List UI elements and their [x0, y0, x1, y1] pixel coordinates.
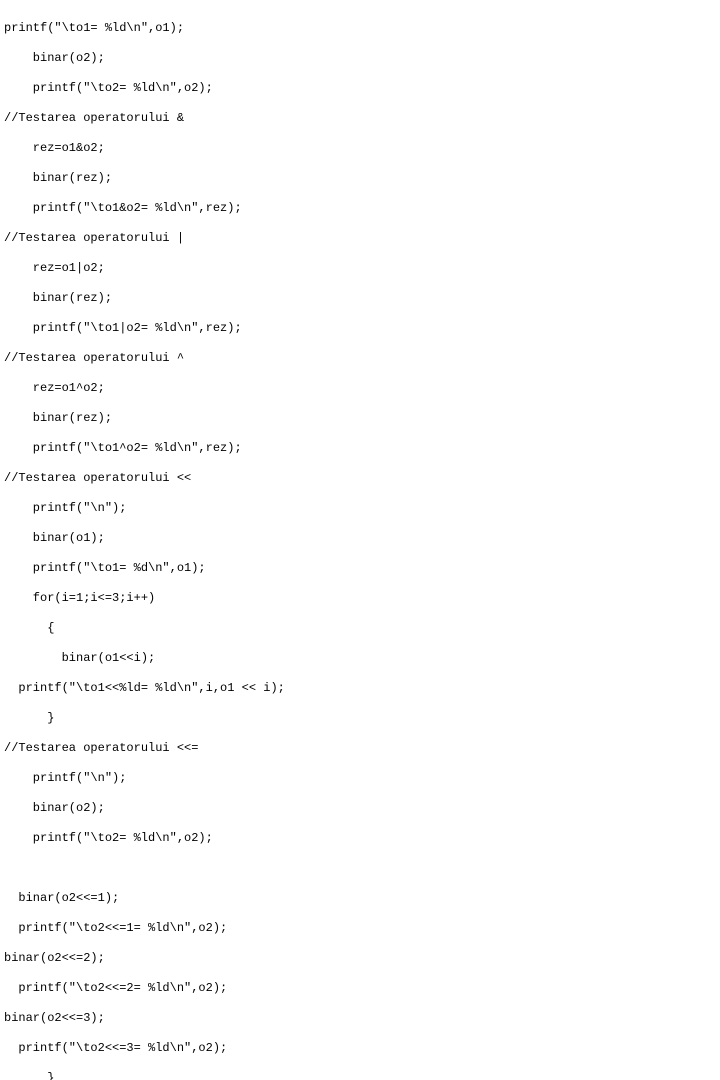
code-line: binar(rez); [4, 171, 716, 186]
code-line: printf("\to2= %ld\n",o2); [4, 831, 716, 846]
code-line: printf("\to1&o2= %ld\n",rez); [4, 201, 716, 216]
code-line: } [4, 711, 716, 726]
code-block: printf("\to1= %ld\n",o1); binar(o2); pri… [0, 0, 720, 540]
code-line: binar(o2); [4, 51, 716, 66]
code-line: printf("\to2<<=2= %ld\n",o2); [4, 981, 716, 996]
code-line: //Testarea operatorului ^ [4, 351, 716, 366]
code-line: binar(rez); [4, 411, 716, 426]
code-line: printf("\to1= %ld\n",o1); [4, 21, 716, 36]
code-line: binar(o1); [4, 531, 716, 546]
code-line: binar(o2<<=1); [4, 891, 716, 906]
code-line: for(i=1;i<=3;i++) [4, 591, 716, 606]
code-line: binar(o2); [4, 801, 716, 816]
code-line: printf("\to1|o2= %ld\n",rez); [4, 321, 716, 336]
code-line: binar(o1<<i); [4, 651, 716, 666]
code-line: printf("\to2= %ld\n",o2); [4, 81, 716, 96]
code-line: { [4, 621, 716, 636]
code-line: printf("\to2<<=1= %ld\n",o2); [4, 921, 716, 936]
code-line: binar(rez); [4, 291, 716, 306]
code-line: binar(o2<<=3); [4, 1011, 716, 1026]
code-line: rez=o1&o2; [4, 141, 716, 156]
code-line: //Testarea operatorului & [4, 111, 716, 126]
code-line: //Testarea operatorului | [4, 231, 716, 246]
code-line: printf("\to1= %d\n",o1); [4, 561, 716, 576]
code-line: rez=o1^o2; [4, 381, 716, 396]
code-line: //Testarea operatorului << [4, 471, 716, 486]
code-line [4, 861, 716, 876]
code-line: printf("\to1<<%ld= %ld\n",i,o1 << i); [4, 681, 716, 696]
code-line: printf("\n"); [4, 501, 716, 516]
code-line: rez=o1|o2; [4, 261, 716, 276]
code-line: } [4, 1071, 716, 1080]
code-line: printf("\to1^o2= %ld\n",rez); [4, 441, 716, 456]
code-line: printf("\to2<<=3= %ld\n",o2); [4, 1041, 716, 1056]
code-line: binar(o2<<=2); [4, 951, 716, 966]
code-line: //Testarea operatorului <<= [4, 741, 716, 756]
code-line: printf("\n"); [4, 771, 716, 786]
